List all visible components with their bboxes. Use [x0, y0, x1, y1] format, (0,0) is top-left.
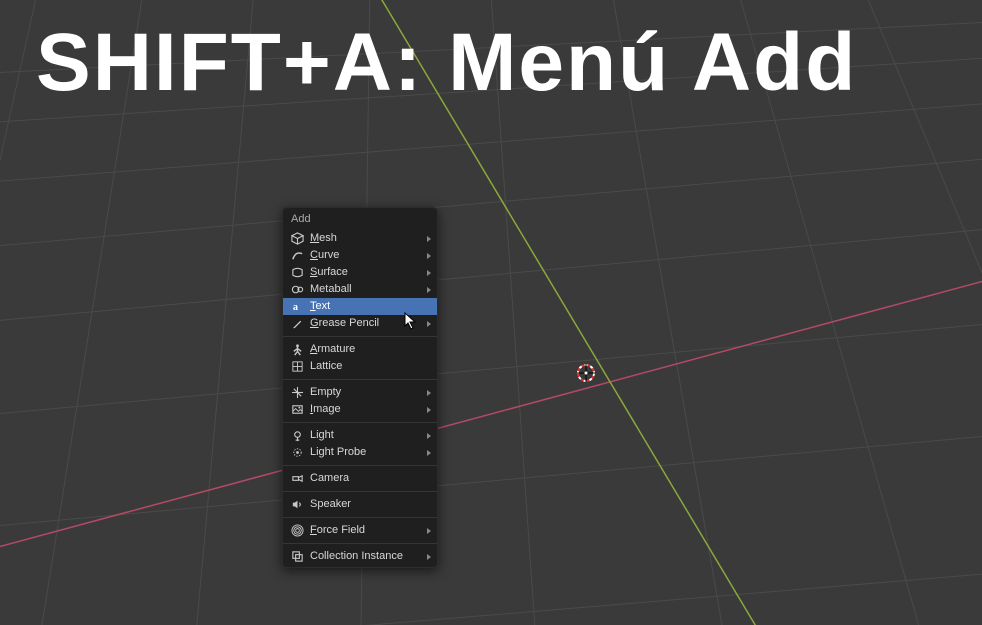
chevron-right-icon [427, 528, 431, 534]
menu-item-force-field[interactable]: Force Field [283, 522, 437, 539]
menu-item-label: Empty [310, 384, 423, 401]
menu-item-lattice[interactable]: Lattice [283, 358, 437, 375]
menu-item-text[interactable]: a Text [283, 298, 437, 315]
menu-item-label: Text [310, 298, 431, 315]
add-menu[interactable]: Add MeshCurveSurfaceMetaball a TextGrease … [282, 207, 438, 568]
svg-text:a: a [292, 302, 297, 313]
menu-item-light[interactable]: Light [283, 427, 437, 444]
chevron-right-icon [427, 287, 431, 293]
menu-item-camera[interactable]: Camera [283, 470, 437, 487]
menu-item-label: Image [310, 401, 423, 418]
tutorial-title-overlay: SHIFT+A: Menú Add [36, 16, 857, 110]
menu-separator [283, 491, 437, 492]
menu-item-armature[interactable]: Armature [283, 341, 437, 358]
empty-icon [290, 386, 304, 400]
menu-item-grease-pencil[interactable]: Grease Pencil [283, 315, 437, 332]
chevron-right-icon [427, 450, 431, 456]
menu-item-empty[interactable]: Empty [283, 384, 437, 401]
image-icon [290, 403, 304, 417]
menu-item-surface[interactable]: Surface [283, 264, 437, 281]
chevron-right-icon [427, 253, 431, 259]
curve-icon [290, 249, 304, 263]
chevron-right-icon [427, 321, 431, 327]
menu-item-label: Grease Pencil [310, 315, 423, 332]
menu-item-collection-instance[interactable]: Collection Instance [283, 548, 437, 565]
menu-item-label: Curve [310, 247, 423, 264]
force-icon [290, 524, 304, 538]
menu-separator [283, 422, 437, 423]
chevron-right-icon [427, 433, 431, 439]
chevron-right-icon [427, 554, 431, 560]
menu-item-label: Light [310, 427, 423, 444]
gpencil-icon [290, 317, 304, 331]
axis-x [0, 268, 982, 560]
chevron-right-icon [427, 270, 431, 276]
lattice-icon [290, 360, 304, 374]
lightprobe-icon [290, 446, 304, 460]
menu-separator [283, 379, 437, 380]
text-icon: a [290, 300, 304, 314]
chevron-right-icon [427, 407, 431, 413]
menu-item-mesh[interactable]: Mesh [283, 230, 437, 247]
menu-item-label: Mesh [310, 230, 423, 247]
menu-item-label: Collection Instance [310, 548, 423, 565]
metaball-icon [290, 283, 304, 297]
menu-item-label: Camera [310, 470, 431, 487]
speaker-icon [290, 498, 304, 512]
menu-item-label: Armature [310, 341, 431, 358]
viewport-3d[interactable]: SHIFT+A: Menú Add Add MeshCurveSurfaceMe… [0, 0, 982, 625]
add-menu-header: Add [283, 208, 437, 230]
collection-icon [290, 550, 304, 564]
menu-separator [283, 465, 437, 466]
mesh-icon [290, 232, 304, 246]
menu-item-label: Speaker [310, 496, 431, 513]
menu-item-speaker[interactable]: Speaker [283, 496, 437, 513]
armature-icon [290, 343, 304, 357]
menu-separator [283, 517, 437, 518]
menu-separator [283, 543, 437, 544]
menu-item-light-probe[interactable]: Light Probe [283, 444, 437, 461]
light-icon [290, 429, 304, 443]
chevron-right-icon [427, 390, 431, 396]
menu-item-label: Light Probe [310, 444, 423, 461]
menu-item-metaball[interactable]: Metaball [283, 281, 437, 298]
menu-item-label: Metaball [310, 281, 423, 298]
surface-icon [290, 266, 304, 280]
chevron-right-icon [427, 236, 431, 242]
menu-item-curve[interactable]: Curve [283, 247, 437, 264]
menu-item-label: Surface [310, 264, 423, 281]
menu-item-image[interactable]: Image [283, 401, 437, 418]
menu-item-label: Lattice [310, 358, 431, 375]
camera-icon [290, 472, 304, 486]
menu-item-label: Force Field [310, 522, 423, 539]
menu-separator [283, 336, 437, 337]
